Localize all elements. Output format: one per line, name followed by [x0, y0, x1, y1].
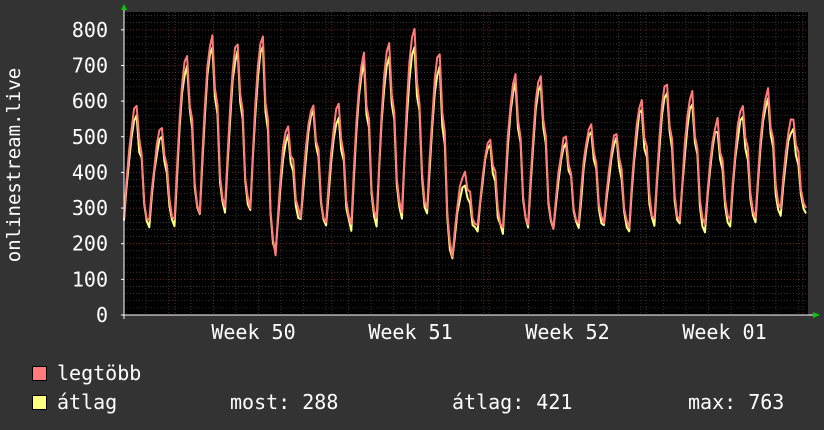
x-tick-label: Week 01 [682, 320, 766, 344]
y-axis-arrow [121, 4, 127, 10]
y-tick-label: 800 [72, 18, 108, 42]
legend-swatch-avg [32, 395, 47, 410]
chart-panel: 0 100 200 300 400 500 600 700 800 Week 50 Week 51 W… [0, 0, 824, 430]
x-tick-label: Week 51 [368, 320, 452, 344]
y-tick-label: 100 [72, 267, 108, 291]
y-axis-label: onlinestream.live [3, 68, 25, 262]
legend-avg: átlag [32, 391, 117, 413]
stat-now: most: 288 [230, 390, 339, 414]
stat-max: max: 763 [688, 390, 785, 414]
legend-label-max: legtöbb [57, 361, 142, 385]
y-tick-label: 500 [72, 125, 108, 149]
y-tick-label: 300 [72, 196, 108, 220]
stat-average: átlag: 421 [452, 390, 573, 414]
legend-max: legtöbb [32, 362, 141, 384]
y-tick-label: 0 [96, 303, 108, 327]
legend-label-avg: átlag [57, 390, 118, 414]
y-tick-label: 400 [72, 160, 108, 184]
x-tick-label: Week 52 [525, 320, 609, 344]
y-tick-label: 600 [72, 89, 108, 113]
y-tick-label: 200 [72, 232, 108, 256]
y-tick-label: 700 [72, 53, 108, 77]
x-tick-label: Week 50 [211, 320, 295, 344]
line-chart: 0 100 200 300 400 500 600 700 800 Week 50 Week 51 W… [3, 4, 820, 344]
x-axis-arrow [813, 312, 820, 318]
legend-swatch-max [32, 366, 47, 381]
